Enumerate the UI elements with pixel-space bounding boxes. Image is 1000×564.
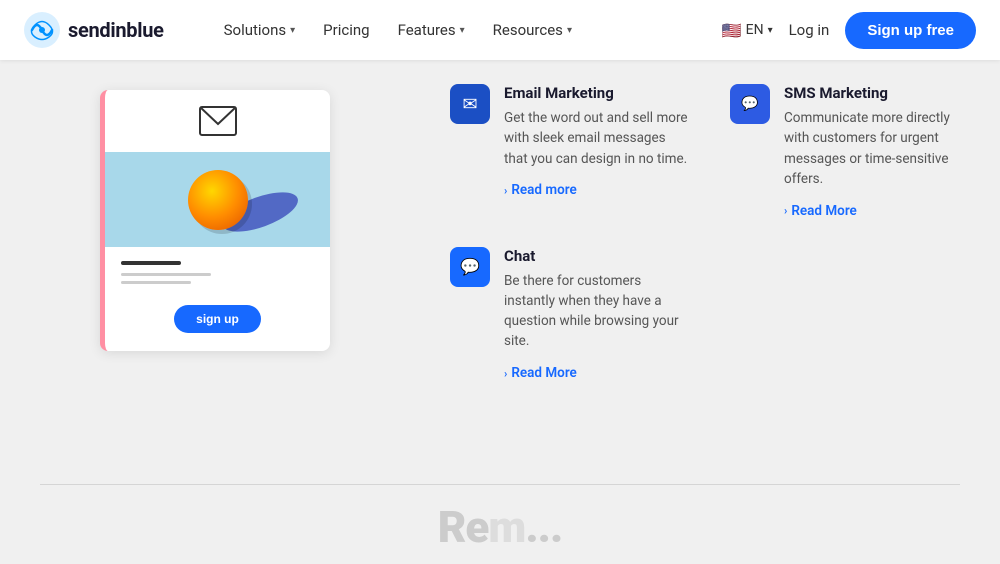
chat-body: Chat Be there for customers instantly wh… [504, 247, 690, 382]
sms-marketing-desc: Communicate more directly with customers… [784, 108, 970, 189]
logo-text: sendinblue [68, 18, 164, 42]
card-lines [105, 247, 330, 295]
line-dark [121, 261, 181, 265]
email-marketing-desc: Get the word out and sell more with slee… [504, 108, 690, 169]
logo[interactable]: sendinblue [24, 12, 164, 48]
feature-chat: 💬 Chat Be there for customers instantly … [450, 233, 690, 396]
sms-marketing-read-more[interactable]: › Read More [784, 203, 857, 219]
solutions-arrow-icon: ▾ [290, 25, 295, 36]
sms-icon: 💬 [741, 96, 758, 112]
preview-card: sign up [100, 90, 330, 351]
card-illustration [105, 152, 330, 247]
chat-desc: Be there for customers instantly when th… [504, 271, 690, 352]
nav-features[interactable]: Features ▾ [398, 21, 465, 39]
feature-sms-marketing: 💬 SMS Marketing Communicate more directl… [730, 70, 970, 233]
email-icon: ✉ [462, 94, 477, 115]
chevron-icon: › [504, 367, 507, 380]
logo-icon [24, 12, 60, 48]
partial-section-heading: Rem... [0, 497, 1000, 553]
login-button[interactable]: Log in [789, 21, 830, 39]
envelope-icon [199, 106, 237, 136]
nav-links: Solutions ▾ Pricing Features ▾ Resources… [224, 21, 572, 39]
chat-icon: 💬 [460, 257, 480, 276]
signup-button[interactable]: Sign up free [845, 12, 976, 49]
nav-right: 🇺🇸 EN ▾ Log in Sign up free [722, 12, 976, 49]
feature-email-marketing: ✉ Email Marketing Get the word out and s… [450, 70, 690, 233]
resources-arrow-icon: ▾ [567, 25, 572, 36]
chat-title: Chat [504, 247, 690, 265]
email-marketing-icon-box: ✉ [450, 84, 490, 124]
line-light-1 [121, 273, 211, 276]
chevron-icon: › [504, 184, 507, 197]
card-button-row: sign up [105, 295, 330, 351]
chat-read-more[interactable]: › Read More [504, 365, 577, 381]
navbar: sendinblue Solutions ▾ Pricing Features … [0, 0, 1000, 60]
nav-pricing[interactable]: Pricing [323, 21, 369, 39]
envelope-area [105, 90, 330, 152]
email-marketing-body: Email Marketing Get the word out and sel… [504, 84, 690, 219]
card-signup-button[interactable]: sign up [174, 305, 261, 333]
email-marketing-title: Email Marketing [504, 84, 690, 102]
sms-marketing-body: SMS Marketing Communicate more directly … [784, 84, 970, 219]
lang-selector[interactable]: 🇺🇸 EN ▾ [722, 21, 773, 40]
features-arrow-icon: ▾ [460, 25, 465, 36]
email-marketing-read-more[interactable]: › Read more [504, 182, 577, 198]
orange-ball [188, 170, 248, 230]
features-grid: ✉ Email Marketing Get the word out and s… [450, 70, 970, 395]
sms-marketing-title: SMS Marketing [784, 84, 970, 102]
line-light-2 [121, 281, 191, 284]
sms-marketing-icon-box: 💬 [730, 84, 770, 124]
flag-icon: 🇺🇸 [722, 21, 742, 40]
nav-solutions[interactable]: Solutions ▾ [224, 21, 296, 39]
chat-icon-box: 💬 [450, 247, 490, 287]
nav-resources[interactable]: Resources ▾ [493, 21, 572, 39]
lang-arrow-icon: ▾ [768, 25, 773, 36]
chevron-icon: › [784, 204, 787, 217]
